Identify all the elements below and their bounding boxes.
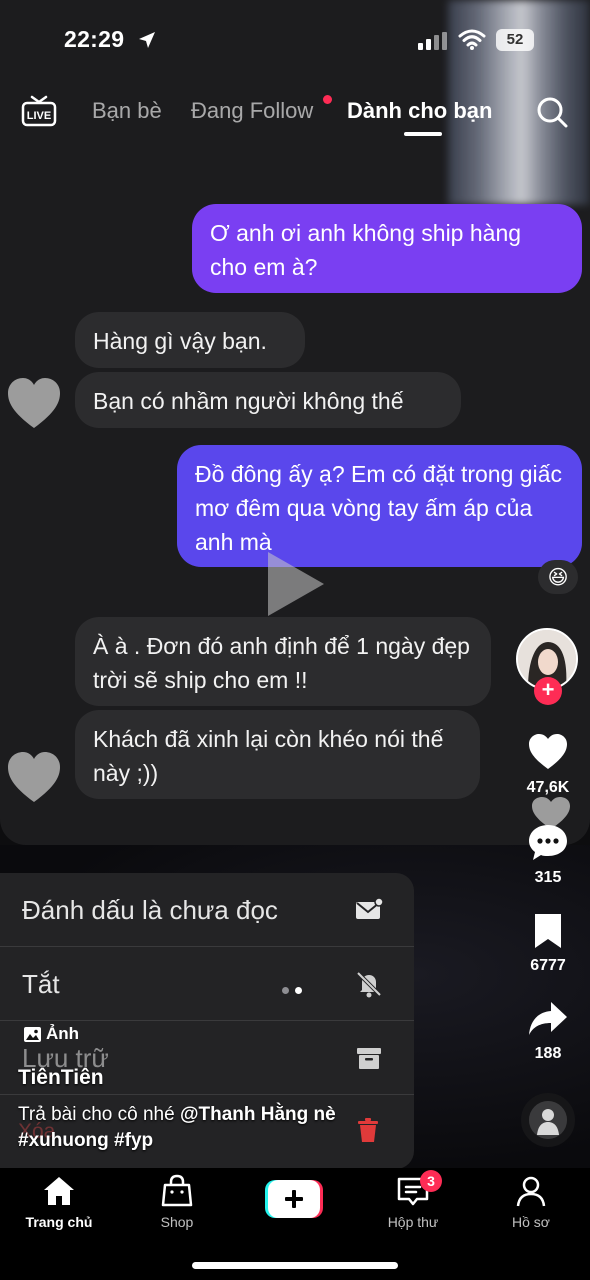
chat-bubble-received: Hàng gì vậy bạn. (75, 312, 305, 368)
bookmark-icon (535, 914, 561, 948)
home-icon (44, 1177, 74, 1205)
menu-item-mark-unread[interactable]: Đánh dấu là chưa đọc (0, 873, 414, 947)
nav-shop[interactable]: Shop (132, 1174, 222, 1230)
author-name[interactable]: TiênTiên (18, 1066, 104, 1090)
home-indicator[interactable] (192, 1262, 398, 1269)
bell-muted-icon (356, 971, 382, 998)
profile-icon (516, 1176, 546, 1207)
menu-item-label: Đánh dấu là chưa đọc (22, 895, 278, 925)
nav-shop-label: Shop (160, 1214, 194, 1230)
active-tab-indicator (404, 132, 442, 136)
location-arrow-icon (139, 32, 155, 48)
live-icon[interactable]: LIVE (21, 94, 57, 128)
inbox-badge: 3 (420, 1170, 442, 1192)
like-button[interactable]: 47,6K (518, 732, 578, 797)
post-caption[interactable]: Trả bài cho cô nhé @Thanh Hằng nè #xuhuo… (18, 1102, 348, 1154)
comment-count: 315 (534, 869, 562, 886)
create-post-button[interactable] (265, 1180, 323, 1218)
trash-icon (358, 1118, 378, 1142)
nav-profile[interactable]: Hồ sơ (486, 1174, 576, 1230)
nav-inbox-label: Hộp thư (387, 1214, 439, 1230)
tab-following[interactable]: Đang Follow (191, 98, 313, 124)
save-count: 6777 (530, 957, 566, 974)
reaction-emoji: 😆 (538, 560, 578, 594)
laughing-emoji-icon: 😆 (547, 566, 569, 589)
nav-profile-label: Hồ sơ (512, 1214, 550, 1230)
comment-icon (529, 825, 567, 860)
comment-button[interactable]: 315 (518, 822, 578, 887)
tab-friends[interactable]: Bạn bè (92, 98, 162, 124)
music-cover-image (529, 1101, 567, 1139)
cellular-signal-icon (418, 32, 447, 50)
share-arrow-icon (529, 1002, 567, 1035)
following-notification-dot (323, 95, 332, 104)
chat-bubble-received: À à . Đơn đó anh định để 1 ngày đẹp trời… (75, 617, 491, 706)
archive-box-icon (357, 1048, 381, 1069)
share-count: 188 (534, 1045, 562, 1062)
share-button[interactable]: 188 (518, 1000, 578, 1063)
chat-bubble-sent: Đồ đông ấy ạ? Em có đặt trong giấc mơ đê… (177, 445, 582, 567)
nav-inbox[interactable]: Hộp thư (368, 1174, 458, 1230)
wifi-icon (458, 29, 486, 50)
menu-item-label: Tắt (22, 969, 60, 999)
play-icon[interactable] (264, 548, 328, 620)
nav-home[interactable]: Trang chủ (14, 1174, 104, 1230)
heart-avatar-icon (8, 752, 60, 802)
save-button[interactable]: 6777 (518, 912, 578, 975)
hashtags[interactable]: #xuhuong #fyp (18, 1130, 153, 1151)
image-icon (24, 1026, 41, 1042)
svg-text:LIVE: LIVE (27, 110, 51, 122)
mention-link[interactable]: @Thanh Hằng nè (180, 1104, 336, 1125)
chat-bubble-sent: Ơ anh ơi anh không ship hàng cho em à? (192, 204, 582, 293)
status-time: 22:29 (64, 26, 125, 52)
search-icon[interactable] (535, 95, 569, 129)
menu-item-mute[interactable]: Tắt (0, 947, 414, 1021)
photo-tag-label: Ảnh (46, 1024, 80, 1043)
music-disc[interactable] (521, 1093, 575, 1147)
photo-tag: Ảnh (24, 1024, 79, 1044)
heart-icon (529, 734, 567, 769)
battery-indicator: 52 (496, 29, 534, 51)
shopping-bag-icon (161, 1174, 193, 1207)
mail-unread-icon (356, 897, 384, 919)
nav-home-label: Trang chủ (25, 1214, 93, 1230)
caption-text: Trả bài cho cô nhé (18, 1104, 180, 1125)
follow-button[interactable]: + (534, 677, 562, 705)
chat-bubble-received: Bạn có nhầm người không thế (75, 372, 461, 428)
pagination-dots (282, 981, 308, 999)
chat-bubble-received: Khách đã xinh lại còn khéo nói thế này ;… (75, 710, 480, 799)
heart-avatar-icon (8, 378, 60, 428)
tab-for-you[interactable]: Dành cho bạn (347, 98, 492, 124)
